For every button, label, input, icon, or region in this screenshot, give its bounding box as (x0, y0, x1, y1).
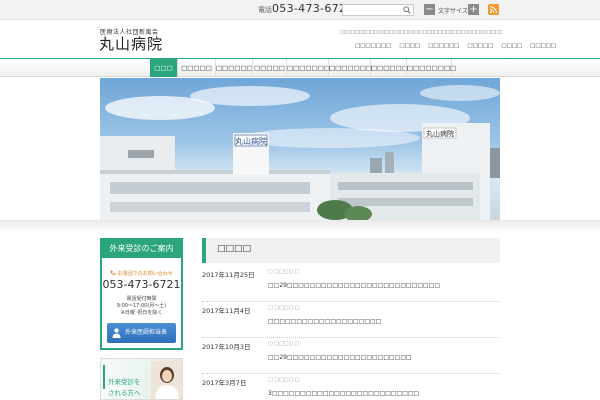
nav-item[interactable]: □□□□□□ (215, 59, 253, 77)
global-nav: □□□ □□□□□ □□□□□□ □□□□□ □□□□□□□ □□□□□□□ □… (0, 59, 600, 77)
phone-hours: 9:00～17:00(月～土) (116, 303, 167, 309)
nav-item[interactable]: □□□□□□□ (328, 59, 372, 77)
search-input[interactable] (342, 4, 414, 16)
font-size-label: 文字サイズ (438, 8, 468, 15)
news-item[interactable]: 2017年11月4日 □ □□□□ □ □□□□□□□□□□□□□□□□□□□□ (202, 302, 500, 338)
first-visit-banner[interactable]: 外来受診を される方へ (100, 358, 183, 400)
news-heading-bar: □□□□ (202, 238, 500, 263)
rss-icon[interactable] (488, 4, 499, 15)
phone-hours-label: 電話受付時間 (126, 296, 157, 302)
banner-text-line2: される方へ (108, 389, 141, 397)
hero-sign-right: 丸山病院 (426, 129, 454, 138)
news-item[interactable]: 2017年11月25日 □ □□□□ □ □□29□□□□□□□□□□□□□□□… (202, 266, 500, 302)
closed-days-note: ※日曜･祝日を除く (120, 310, 163, 316)
tel-label: 電話 (258, 6, 272, 14)
util-link[interactable]: □□□□□□□ (355, 43, 391, 49)
nav-item[interactable]: □□□□□□□□ (406, 59, 456, 77)
news-title[interactable]: 3□□□□□□□□□□□□□□□□□□□□□□□□□□ (268, 390, 419, 397)
phone-icon (110, 270, 116, 276)
news-date: 2017年11月4日 (202, 307, 251, 315)
banner-text-line1: 外来受診を (108, 378, 141, 386)
nav-item[interactable]: □□□□□ (177, 59, 215, 77)
font-size-decrease-button[interactable]: − (424, 4, 435, 15)
news-category: □ □□□□ □ (268, 269, 300, 275)
news-item[interactable]: 2017年10月3日 □ □□□□ □ □□29□□□□□□□□□□□□□□□□… (202, 338, 500, 374)
phone-inquiry-label: お電話でのお問い合わせ (102, 270, 181, 277)
util-link[interactable]: □□□□□ (530, 43, 556, 49)
doctor-schedule-label: 外来医師担当表 (125, 329, 168, 336)
news-title[interactable]: □□□□□□□□□□□□□□□□□□□□ (268, 318, 381, 325)
news-date: 2017年10月3日 (202, 343, 251, 351)
banner-accent-line (103, 365, 105, 389)
header-tagline: □□□□□□□□□□□□□□□□□□□□□□□□□□□□□□□□□□□□□□□□… (340, 29, 502, 34)
utility-links: □□□□□□□ □□□□ □□□□□□ □□□□□ □□□□ □□□□□ (355, 43, 556, 49)
search-icon[interactable] (403, 6, 411, 14)
outpatient-phone-number: 053-473-6721 (102, 278, 181, 291)
news-date: 2017年3月7日 (202, 379, 247, 387)
util-link[interactable]: □□□□ (399, 43, 420, 49)
util-link[interactable]: □□□□□ (467, 43, 493, 49)
news-category: □ □□□□ □ (268, 377, 300, 383)
news-category: □ □□□□ □ (268, 305, 300, 311)
nav-item[interactable]: □□□□□ (252, 59, 286, 77)
outpatient-info-title: 外来受診のご案内 (102, 240, 181, 258)
phone-inquiry-text: お電話でのお問い合わせ (117, 271, 173, 277)
doctor-schedule-button[interactable]: 外来医師担当表 (107, 323, 176, 343)
nav-item-home[interactable]: □□□ (150, 59, 177, 77)
news-category: □ □□□□ □ (268, 341, 300, 347)
news-item[interactable]: 2017年3月7日 □ □□□□ □ 3□□□□□□□□□□□□□□□□□□□□… (202, 374, 500, 400)
hero-shadow (0, 220, 600, 232)
hero-sign-text: 丸山病院 (235, 136, 267, 146)
staff-photo (151, 361, 182, 399)
news-date: 2017年11月25日 (202, 271, 255, 279)
news-heading: □□□□ (217, 244, 252, 254)
font-size-increase-button[interactable]: + (468, 4, 479, 15)
outpatient-info-box: 外来受診のご案内 お電話でのお問い合わせ 053-473-6721 電話受付時間… (100, 238, 183, 350)
doctor-icon (112, 328, 121, 338)
top-utility-bar: 電話 053-473-6721 − 文字サイズ + (0, 0, 600, 20)
util-link[interactable]: □□□□ (501, 43, 522, 49)
news-title[interactable]: □□29□□□□□□□□□□□□□□□□□□□□□□ (268, 354, 412, 361)
nav-item[interactable]: □□□□□□ (370, 59, 408, 77)
hero-photo: 丸山病院 丸山病院 (100, 78, 500, 220)
hospital-building-illustration: 丸山病院 丸山病院 (100, 85, 500, 220)
util-link[interactable]: □□□□□□ (428, 43, 459, 49)
hospital-logo[interactable]: 丸山病院 (99, 33, 163, 54)
news-title[interactable]: □□29□□□□□□□□□□□□□□□□□□□□□□□□□□□ (268, 282, 440, 289)
nav-item[interactable]: □□□□□□□ (286, 59, 330, 77)
